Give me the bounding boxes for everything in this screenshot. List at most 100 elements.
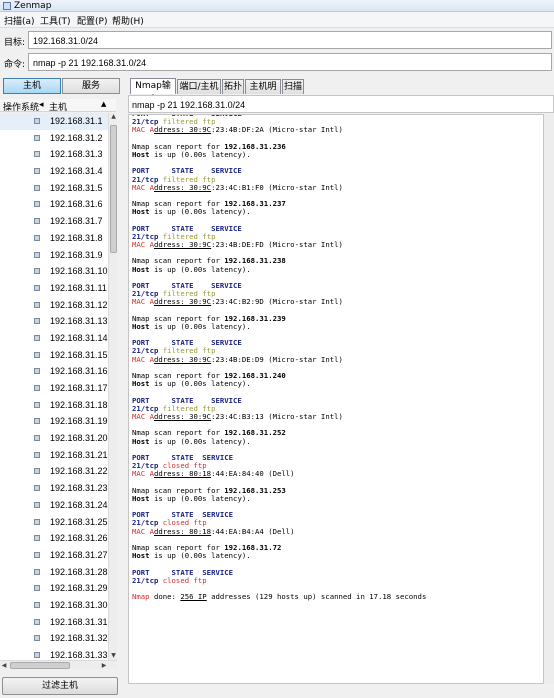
menu-tools[interactable]: 工具(T) [40, 14, 71, 27]
unknown-os-icon [34, 635, 40, 642]
output-line: Host is up (0.00s latency). [132, 379, 251, 389]
unknown-os-icon [34, 385, 40, 391]
host-ip: 192.168.31.32 [50, 633, 108, 644]
menu-scan[interactable]: 扫描(a) [4, 14, 35, 27]
menu-profile[interactable]: 配置(P) [77, 14, 107, 27]
output-command-selector[interactable]: nmap -p 21 192.168.31.0/24 [128, 95, 554, 113]
host-row[interactable]: 192.168.31.7 [0, 213, 108, 230]
hscroll-thumb[interactable] [10, 662, 70, 669]
host-row[interactable]: 192.168.31.17 [0, 380, 108, 397]
host-row[interactable]: 192.168.31.22 [0, 463, 108, 480]
title-bar: Zenmap [0, 0, 554, 12]
host-row[interactable]: 192.168.31.23 [0, 480, 108, 497]
host-row[interactable]: 192.168.31.33 [0, 647, 108, 660]
scroll-down-icon[interactable]: ▼ [110, 652, 117, 660]
host-row[interactable]: 192.168.31.24 [0, 497, 108, 514]
nmap-output-text: PORT STATE SERVICE21/tcp filtered ftpMAC… [132, 115, 542, 601]
host-row[interactable]: 192.168.31.1 [0, 113, 108, 130]
host-ip: 192.168.31.25 [50, 516, 108, 527]
host-row[interactable]: 192.168.31.31 [0, 614, 108, 631]
host-ip: 192.168.31.11 [50, 282, 107, 293]
host-row[interactable]: 192.168.31.27 [0, 547, 108, 564]
host-column-header[interactable]: 主机 [49, 100, 67, 113]
host-ip: 192.168.31.28 [50, 566, 108, 577]
menu-bar: 扫描(a) 工具(T) 配置(P) 帮助(H) [0, 12, 554, 28]
host-row[interactable]: 192.168.31.9 [0, 247, 108, 264]
host-list-hscrollbar[interactable]: ◀ ▶ [0, 660, 117, 669]
host-row[interactable]: 192.168.31.5 [0, 180, 108, 197]
host-row[interactable]: 192.168.31.16 [0, 363, 108, 380]
unknown-os-icon [34, 318, 40, 325]
tab-ports-hosts[interactable]: 端口/主机 [177, 79, 221, 94]
host-row[interactable]: 192.168.31.11 [0, 280, 108, 297]
host-row[interactable]: 192.168.31.4 [0, 163, 108, 180]
host-ip: 192.168.31.19 [50, 416, 108, 427]
host-ip: 192.168.31.5 [50, 182, 103, 193]
unknown-os-icon [34, 418, 40, 425]
host-ip: 192.168.31.20 [50, 433, 108, 444]
host-row[interactable]: 192.168.31.2 [0, 130, 108, 147]
host-row[interactable]: 192.168.31.30 [0, 597, 108, 614]
host-row[interactable]: 192.168.31.20 [0, 430, 108, 447]
scroll-thumb[interactable] [110, 125, 117, 253]
host-row[interactable]: 192.168.31.18 [0, 397, 108, 414]
host-row[interactable]: 192.168.31.15 [0, 347, 108, 364]
unknown-os-icon [34, 134, 40, 141]
command-input[interactable]: nmap -p 21 192.168.31.0/24 [28, 53, 552, 71]
host-row[interactable]: 192.168.31.3 [0, 146, 108, 163]
target-row: 目标: 192.168.31.0/24 [0, 29, 554, 51]
unknown-os-icon [34, 585, 40, 592]
unknown-os-icon [34, 168, 40, 175]
scroll-left-icon[interactable]: ◀ [0, 661, 8, 670]
tab-scans[interactable]: 扫描 [282, 79, 304, 94]
host-row[interactable]: 192.168.31.26 [0, 530, 108, 547]
scroll-right-icon[interactable]: ▶ [100, 661, 108, 670]
host-row[interactable]: 192.168.31.19 [0, 413, 108, 430]
unknown-os-icon [34, 551, 40, 558]
output-line: MAC Address: 80:18:44:EA:B4:A4 (Dell) [132, 526, 295, 536]
output-line: Host is up (0.00s latency). [132, 264, 251, 274]
unknown-os-icon [34, 218, 40, 225]
menu-help[interactable]: 帮助(H) [112, 14, 144, 27]
host-row[interactable]: 192.168.31.10 [0, 263, 108, 280]
unknown-os-icon [34, 151, 40, 158]
host-row[interactable]: 192.168.31.21 [0, 447, 108, 464]
output-line: Host is up (0.00s latency). [132, 321, 251, 331]
host-row[interactable]: 192.168.31.28 [0, 564, 108, 581]
scroll-up-icon[interactable]: ▲ [110, 113, 117, 121]
target-input[interactable]: 192.168.31.0/24 [28, 31, 552, 49]
unknown-os-icon [34, 501, 40, 508]
host-row[interactable]: 192.168.31.29 [0, 580, 108, 597]
host-row[interactable]: 192.168.31.6 [0, 196, 108, 213]
tab-topology[interactable]: 拓扑 [222, 79, 244, 94]
hosts-view-button[interactable]: 主机 [3, 78, 61, 94]
host-row[interactable]: 192.168.31.13 [0, 313, 108, 330]
host-row[interactable]: 192.168.31.25 [0, 514, 108, 531]
side-tabs: 主机 服务 [0, 76, 124, 98]
host-row[interactable]: 192.168.31.8 [0, 230, 108, 247]
output-line: MAC Address: 30:9C:23:4B:DF:2A (Micro-st… [132, 125, 343, 135]
filter-hosts-button[interactable]: 过滤主机 [2, 677, 118, 695]
host-ip: 192.168.31.16 [50, 366, 108, 377]
host-ip: 192.168.31.3 [50, 149, 103, 160]
host-ip: 192.168.31.22 [50, 466, 108, 477]
target-label: 目标: [4, 38, 26, 48]
os-column-header[interactable]: 操作系统 [3, 100, 39, 113]
host-row[interactable]: 192.168.31.12 [0, 297, 108, 314]
output-scrollbar[interactable] [544, 114, 554, 684]
host-ip: 192.168.31.30 [50, 599, 108, 610]
host-row[interactable]: 192.168.31.32 [0, 630, 108, 647]
unknown-os-icon [34, 618, 40, 625]
host-ip: 192.168.31.31 [50, 616, 108, 627]
host-ip: 192.168.31.14 [50, 332, 108, 343]
unknown-os-icon [34, 401, 40, 408]
host-ip: 192.168.31.6 [50, 199, 103, 210]
output-line: Host is up (0.00s latency). [132, 436, 251, 446]
tab-nmap-output[interactable]: Nmap输出 [130, 78, 176, 105]
services-view-button[interactable]: 服务 [62, 78, 120, 94]
host-list-scrollbar[interactable]: ▲ ▼ [108, 113, 117, 660]
host-row[interactable]: 192.168.31.14 [0, 330, 108, 347]
tab-host-details[interactable]: 主机明细 [245, 79, 281, 106]
host-ip: 192.168.31.1 [50, 116, 103, 126]
nmap-output-panel[interactable]: PORT STATE SERVICE21/tcp filtered ftpMAC… [128, 114, 544, 684]
